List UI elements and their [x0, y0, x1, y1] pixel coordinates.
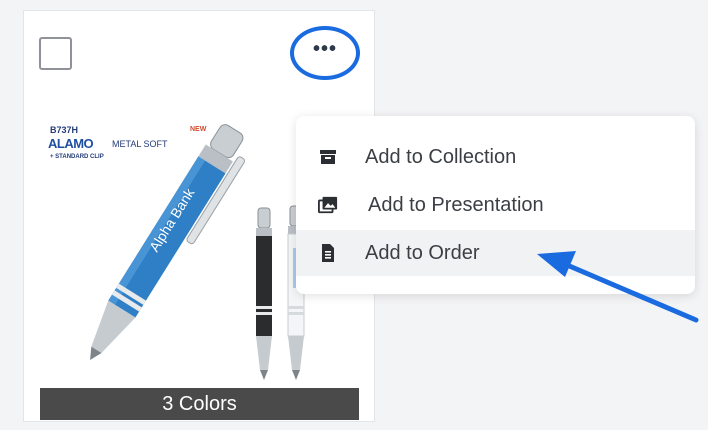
select-checkbox[interactable]: [39, 37, 72, 70]
archive-box-icon: [318, 147, 338, 167]
document-icon: [318, 243, 338, 263]
menu-item-add-to-order[interactable]: Add to Order: [296, 230, 695, 276]
context-menu: Add to Collection Add to Presentation Ad…: [296, 116, 695, 294]
black-pen: [256, 207, 272, 380]
more-options-button[interactable]: •••: [290, 26, 360, 80]
ellipsis-icon: •••: [312, 38, 337, 60]
image-gallery-icon: [318, 195, 338, 215]
menu-item-label: Add to Order: [365, 241, 480, 264]
screen: ••• B737H ALAMO METAL SOFT NEW + STANDAR…: [0, 0, 708, 430]
colors-count-bar: 3 Colors: [40, 388, 359, 420]
blue-pen: Alpha Bank: [90, 124, 246, 360]
menu-item-label: Add to Presentation: [368, 193, 544, 216]
menu-item-add-to-presentation[interactable]: Add to Presentation: [296, 182, 695, 228]
menu-item-add-to-collection[interactable]: Add to Collection: [296, 134, 695, 180]
menu-item-label: Add to Collection: [365, 145, 517, 168]
